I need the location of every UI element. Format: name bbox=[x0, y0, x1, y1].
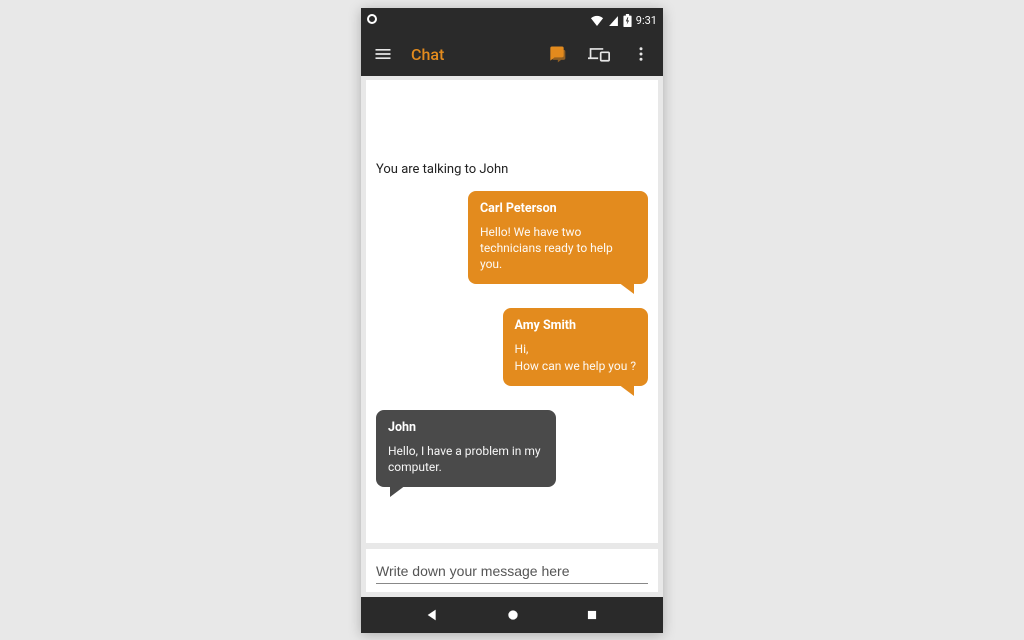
screen-body: You are talking to John Carl Peterson He… bbox=[361, 76, 663, 597]
devices-icon[interactable] bbox=[585, 40, 613, 68]
cellular-icon bbox=[608, 15, 619, 26]
status-time: 9:31 bbox=[636, 14, 657, 27]
phone-frame: 9:31 Chat You are talking to John Carl P… bbox=[361, 8, 663, 633]
battery-icon bbox=[623, 14, 632, 27]
recent-icon[interactable] bbox=[585, 608, 599, 622]
app-bar: Chat bbox=[361, 32, 663, 76]
home-icon[interactable] bbox=[505, 607, 521, 623]
status-left bbox=[367, 14, 377, 27]
app-title: Chat bbox=[411, 45, 444, 64]
message-bubble: John Hello, I have a problem in my compu… bbox=[376, 410, 556, 487]
message-text: Hello! We have two technicians ready to … bbox=[480, 224, 636, 273]
message-bubble: Amy Smith Hi, How can we help you ? bbox=[503, 308, 648, 385]
message-row: Carl Peterson Hello! We have two technic… bbox=[376, 191, 648, 284]
message-input[interactable] bbox=[376, 559, 648, 584]
message-author: Carl Peterson bbox=[480, 201, 636, 218]
more-icon[interactable] bbox=[627, 40, 655, 68]
message-author: Amy Smith bbox=[515, 318, 636, 335]
system-nav-bar bbox=[361, 597, 663, 633]
message-bubble: Carl Peterson Hello! We have two technic… bbox=[468, 191, 648, 284]
composer bbox=[366, 549, 658, 592]
chat-area: You are talking to John Carl Peterson He… bbox=[366, 80, 658, 543]
status-right: 9:31 bbox=[590, 14, 657, 27]
message-text: Hello, I have a problem in my computer. bbox=[388, 443, 544, 475]
message-row: John Hello, I have a problem in my compu… bbox=[376, 410, 648, 487]
message-author: John bbox=[388, 420, 544, 437]
message-list: Carl Peterson Hello! We have two technic… bbox=[376, 191, 648, 487]
status-bar: 9:31 bbox=[361, 8, 663, 32]
message-row: Amy Smith Hi, How can we help you ? bbox=[376, 308, 648, 385]
menu-icon[interactable] bbox=[369, 40, 397, 68]
chat-icon[interactable] bbox=[543, 40, 571, 68]
wifi-icon bbox=[590, 15, 604, 26]
message-text: Hi, How can we help you ? bbox=[515, 341, 636, 373]
back-icon[interactable] bbox=[425, 607, 441, 623]
circle-icon bbox=[367, 14, 377, 24]
talking-to-label: You are talking to John bbox=[376, 162, 648, 177]
